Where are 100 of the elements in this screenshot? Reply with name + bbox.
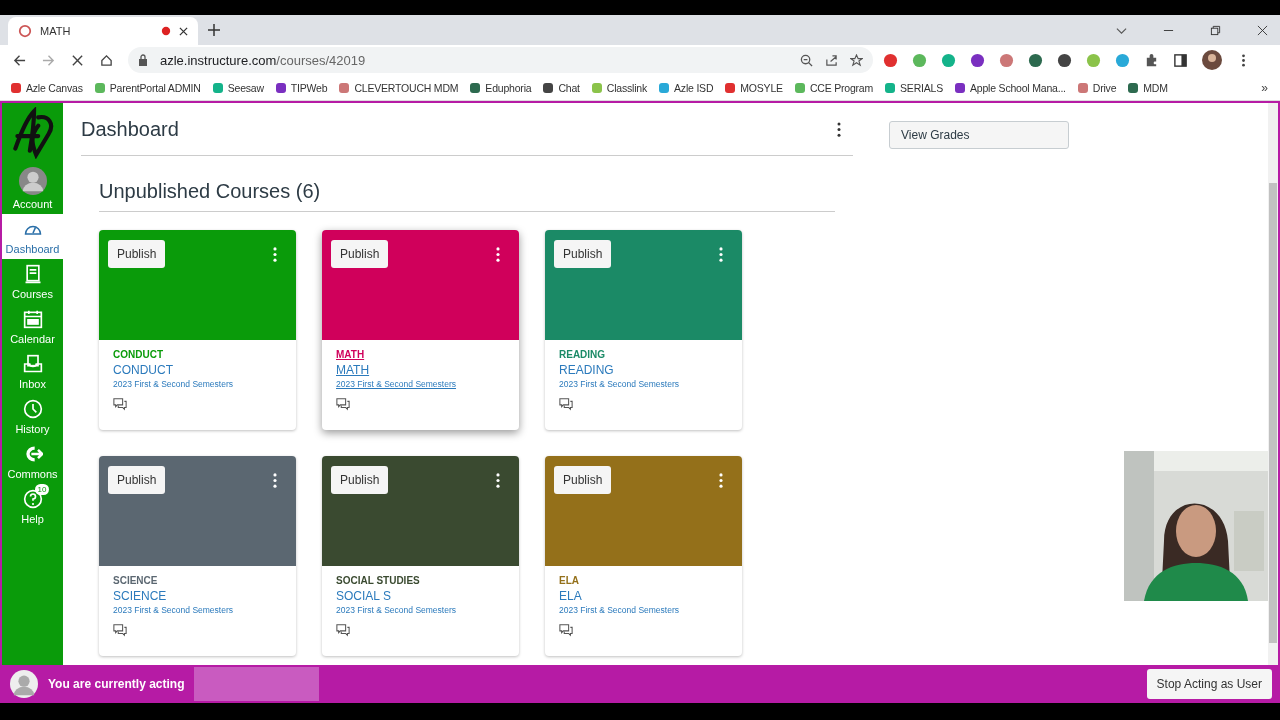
nav-item[interactable]: Commons xyxy=(2,439,63,484)
course-card[interactable]: Publish READING READING 2023 First & Second Semesters xyxy=(545,230,742,430)
more-options-icon[interactable] xyxy=(273,473,277,488)
zoom-out-icon[interactable] xyxy=(800,53,813,67)
course-title-link[interactable]: CONDUCT xyxy=(113,363,173,377)
extension-icon[interactable] xyxy=(970,52,985,68)
extension-icon[interactable] xyxy=(883,52,898,68)
bookmark-icon xyxy=(658,81,671,94)
course-title-link[interactable]: MATH xyxy=(336,363,370,377)
bookmark-icon xyxy=(590,81,603,94)
notification-badge: 10 xyxy=(34,484,50,495)
discussion-icon[interactable] xyxy=(559,623,573,637)
bookmark[interactable]: Classlink xyxy=(590,81,648,94)
side-panel-icon[interactable] xyxy=(1173,52,1188,68)
course-card[interactable]: Publish MATH MATH 2023 First & Second Semesters xyxy=(322,230,519,430)
bookmark-icon xyxy=(884,81,897,94)
nav-item[interactable]: Calendar xyxy=(2,304,63,349)
browser-tab[interactable]: MATH xyxy=(8,17,198,45)
publish-button[interactable]: Publish xyxy=(554,240,612,268)
nav-item[interactable]: Account xyxy=(2,163,63,214)
page-title: Dashboard xyxy=(81,117,179,141)
bookmark-icon xyxy=(1076,81,1089,94)
restore-icon[interactable] xyxy=(1210,24,1221,36)
view-grades-button[interactable]: View Grades xyxy=(889,121,1069,149)
bookmark[interactable]: TIPWeb xyxy=(274,81,328,94)
course-title-link[interactable]: SOCIAL S xyxy=(336,589,391,603)
course-code: CONDUCT xyxy=(113,349,163,360)
bookmark-icon xyxy=(542,81,555,94)
star-icon[interactable] xyxy=(850,53,863,67)
bookmark[interactable]: Azle ISD xyxy=(658,81,714,94)
bookmark-icon xyxy=(274,81,287,94)
avatar-icon xyxy=(10,670,38,698)
course-title-link[interactable]: READING xyxy=(559,363,614,377)
bookmark-icon xyxy=(724,81,737,94)
avatar-icon xyxy=(18,166,47,196)
term-text: 2023 First & Second Semesters xyxy=(336,379,456,389)
scrollbar[interactable] xyxy=(1268,103,1278,665)
publish-button[interactable]: Publish xyxy=(331,466,389,494)
profile-avatar-icon[interactable] xyxy=(1202,50,1222,70)
course-code: READING xyxy=(559,349,606,360)
bookmark[interactable]: SERIALS xyxy=(884,81,943,94)
close-icon[interactable] xyxy=(179,26,188,36)
site-icon xyxy=(18,24,32,38)
publish-button[interactable]: Publish xyxy=(331,240,389,268)
bookmark[interactable]: Apple School Mana... xyxy=(954,81,1066,94)
course-title-link[interactable]: SCIENCE xyxy=(113,589,167,603)
course-card[interactable]: Publish SOCIAL STUDIES SOCIAL S 2023 First & Second Semesters xyxy=(322,456,519,656)
course-title-link[interactable]: ELA xyxy=(559,589,582,603)
publish-button[interactable]: Publish xyxy=(108,240,166,268)
term-text: 2023 First & Second Semesters xyxy=(559,379,679,389)
bookmark-icon xyxy=(793,81,806,94)
bookmark[interactable]: Eduphoria xyxy=(469,81,532,94)
bookmark[interactable]: Drive xyxy=(1076,81,1117,94)
publish-button[interactable]: Publish xyxy=(108,466,166,494)
close-icon[interactable] xyxy=(1257,24,1268,36)
more-options-icon[interactable] xyxy=(837,121,841,137)
share-icon[interactable] xyxy=(825,53,838,67)
nav-item[interactable]: Dashboard xyxy=(2,214,63,259)
bookmark[interactable]: MOSYLE xyxy=(724,81,783,94)
bookmark-icon xyxy=(469,81,482,94)
publish-button[interactable]: Publish xyxy=(554,466,612,494)
bookmark[interactable]: CCE Program xyxy=(793,81,874,94)
more-options-icon[interactable] xyxy=(496,247,500,262)
discussion-icon[interactable] xyxy=(336,623,350,637)
course-code: MATH xyxy=(336,349,365,360)
course-card[interactable]: Publish ELA ELA 2023 First & Second Semesters xyxy=(545,456,742,656)
bookmark[interactable]: ParentPortal ADMIN xyxy=(93,81,201,94)
bookmark[interactable]: CLEVERTOUCH MDM xyxy=(338,81,459,94)
bookmark[interactable]: MDM xyxy=(1127,81,1168,94)
masquerade-text: You are currently acting xyxy=(48,677,185,691)
address-bar[interactable]: azle.instructure.com/courses/42019 xyxy=(128,47,873,73)
extension-icon[interactable] xyxy=(1057,52,1072,68)
back-icon[interactable] xyxy=(13,53,26,67)
discussion-icon[interactable] xyxy=(559,397,573,411)
nav-item[interactable]: 10 Help xyxy=(2,484,63,529)
course-card[interactable]: Publish CONDUCT CONDUCT 2023 First & Second Semesters xyxy=(99,230,296,430)
course-card[interactable]: Publish SCIENCE SCIENCE 2023 First & Second Semesters xyxy=(99,456,296,656)
more-options-icon[interactable] xyxy=(496,473,500,488)
bookmark[interactable]: Azle Canvas xyxy=(10,81,83,94)
bookmark-icon xyxy=(93,81,106,94)
url-text: azle.instructure.com/courses/42019 xyxy=(160,52,366,68)
nav-item[interactable]: Courses xyxy=(2,259,63,304)
stop-acting-button[interactable]: Stop Acting as User xyxy=(1146,669,1272,699)
home-icon[interactable] xyxy=(100,53,113,67)
term-text: 2023 First & Second Semesters xyxy=(113,605,233,615)
new-tab-icon[interactable] xyxy=(208,24,220,36)
stop-icon[interactable] xyxy=(71,53,84,67)
discussion-icon[interactable] xyxy=(113,397,127,411)
discussion-icon[interactable] xyxy=(113,623,127,637)
nav-item[interactable]: History xyxy=(2,394,63,439)
extension-icon[interactable] xyxy=(1028,52,1043,68)
discussion-icon[interactable] xyxy=(336,397,350,411)
more-bookmarks-button[interactable]: » xyxy=(1261,80,1268,95)
puzzle-icon[interactable] xyxy=(1144,52,1159,68)
bookmark[interactable]: Seesaw xyxy=(211,81,264,94)
bookmark-icon xyxy=(954,81,966,94)
bookmark-icon xyxy=(1127,81,1140,94)
nav-item[interactable]: Inbox xyxy=(2,349,63,394)
bookmark[interactable]: Chat xyxy=(542,81,580,94)
clock-icon xyxy=(22,397,43,421)
